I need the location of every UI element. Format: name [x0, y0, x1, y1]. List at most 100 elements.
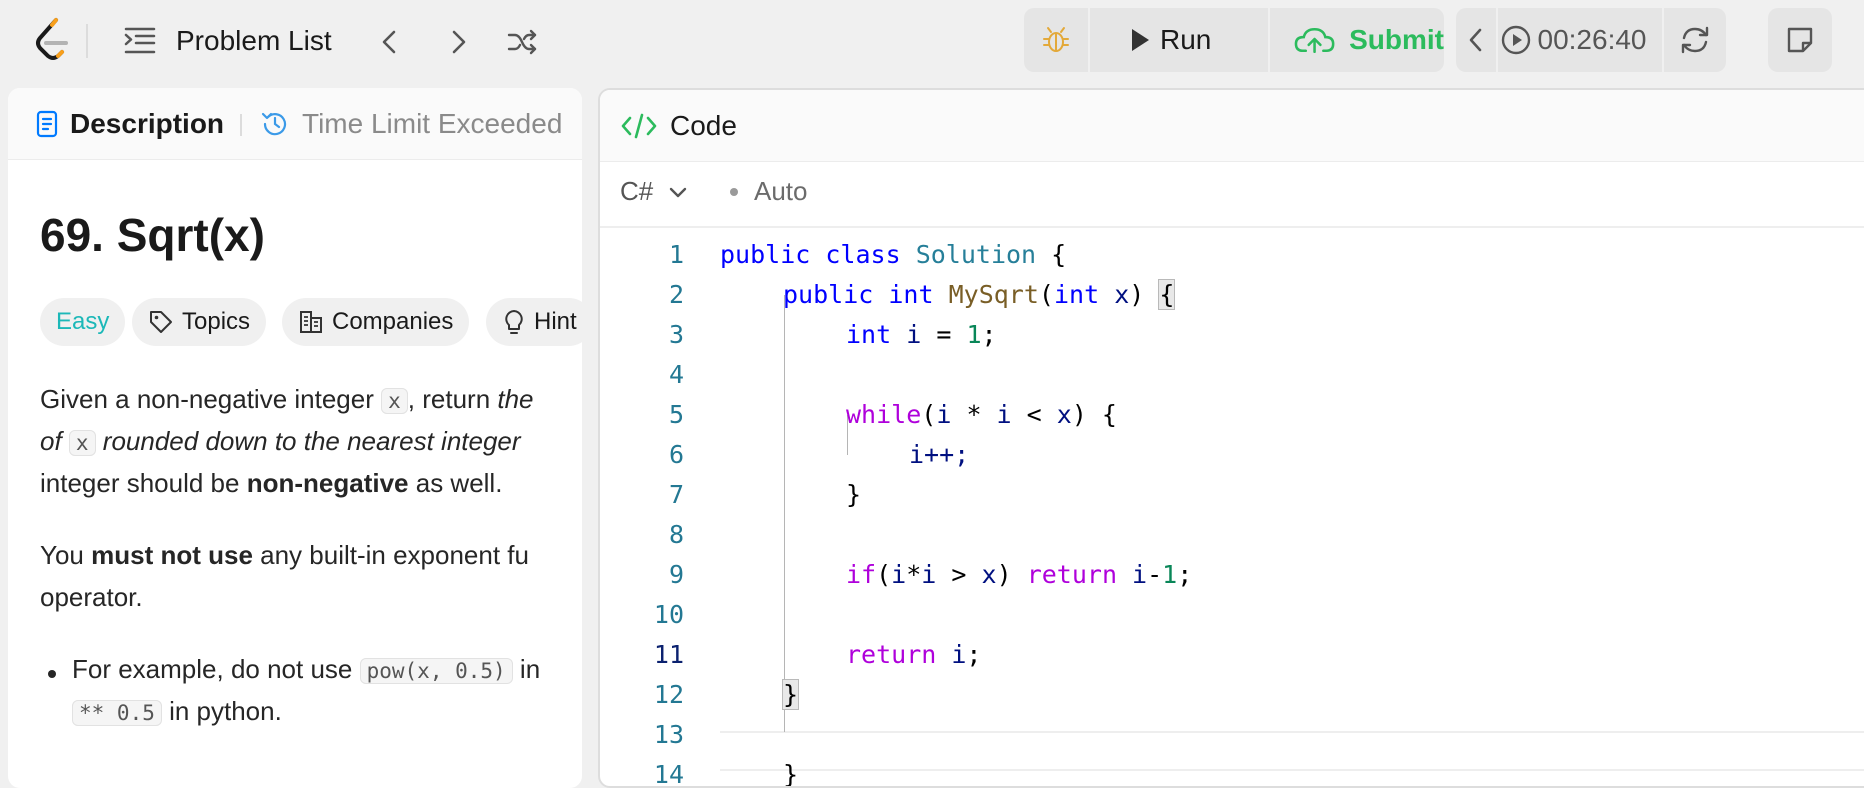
notes-button[interactable] — [1768, 8, 1832, 72]
matched-brace: } — [781, 679, 800, 710]
line-number-active: 11 — [653, 640, 684, 669]
token-variable: i — [906, 320, 922, 349]
problem-title[interactable]: 69. Sqrt(x) — [40, 208, 265, 262]
token-punct: ( — [1038, 280, 1054, 309]
topics-button[interactable]: Topics — [132, 298, 267, 346]
companies-button[interactable]: Companies — [282, 298, 470, 346]
line-number: 5 — [668, 400, 684, 429]
token-punct: ( — [876, 560, 892, 589]
token-variable: i — [921, 560, 937, 589]
companies-label: Companies — [332, 308, 454, 335]
text: integer should be — [40, 468, 247, 498]
run-button[interactable]: Run — [1090, 8, 1268, 72]
code-line-active[interactable]: return i; — [846, 635, 981, 675]
indent-guide — [784, 295, 785, 732]
refresh-icon — [1681, 26, 1709, 54]
building-icon — [300, 311, 322, 333]
code-brackets-icon — [621, 113, 657, 139]
code-panel: Code C# Auto 1 2 3 4 5 6 7 8 9 10 11 12 … — [598, 88, 1864, 788]
description-line: operator. — [40, 582, 143, 612]
status-dot — [730, 187, 738, 196]
timer-value: 00:26:40 — [1537, 24, 1647, 55]
hint-button[interactable]: Hint — [486, 298, 582, 346]
code-line[interactable]: while(i * i < x) { — [846, 395, 1117, 435]
autocomplete-mode[interactable]: Auto — [730, 176, 808, 207]
token-punct: ; — [966, 640, 982, 669]
editor-toolbar: C# Auto — [600, 162, 1864, 228]
code-line[interactable]: i++; — [909, 435, 969, 475]
token-variable: i — [1117, 560, 1148, 589]
debug-button[interactable] — [1024, 8, 1088, 72]
history-icon — [261, 112, 287, 136]
problem-list-label[interactable]: Problem List — [176, 22, 332, 60]
code-line[interactable]: } — [846, 475, 861, 515]
hint-label: Hint — [534, 308, 577, 335]
token-punct: { — [1036, 240, 1067, 269]
run-label: Run — [1160, 24, 1212, 55]
inline-code: x — [381, 388, 408, 414]
description-line: Given a non-negative integer x, return t… — [40, 378, 534, 422]
line-number: 9 — [668, 560, 684, 589]
timer-group: 00:26:40 — [1456, 8, 1726, 72]
timer-display[interactable]: 00:26:40 — [1498, 8, 1648, 72]
divider — [240, 114, 242, 136]
token-keyword: public — [783, 280, 874, 309]
divider — [86, 24, 88, 58]
random-problem-button[interactable] — [502, 22, 542, 62]
token-operator: < — [1011, 400, 1057, 429]
line-number: 7 — [668, 480, 684, 509]
code-line[interactable]: } — [783, 755, 799, 788]
shuffle-icon — [507, 29, 537, 55]
token-variable: i — [891, 560, 907, 589]
text: in — [512, 654, 541, 684]
token-operator: * — [906, 560, 922, 589]
difficulty-label: Easy — [56, 308, 110, 335]
inline-code: x — [68, 430, 96, 456]
code-line[interactable]: int i = 1; — [846, 315, 997, 355]
token-keyword: public — [720, 240, 811, 269]
token-punct: } — [846, 480, 862, 509]
bullet-marker — [48, 670, 56, 678]
token-variable: i — [936, 400, 952, 429]
token-operator: * — [951, 400, 997, 429]
tab-description-label: Description — [70, 108, 225, 139]
line-number: 6 — [668, 440, 684, 469]
tab-description[interactable]: Description — [36, 105, 224, 143]
play-icon — [1132, 29, 1149, 51]
problem-list-icon[interactable] — [122, 24, 158, 58]
prev-problem-button[interactable] — [370, 22, 410, 62]
next-problem-button[interactable] — [438, 22, 478, 62]
chevron-down-icon — [670, 187, 687, 197]
chevron-right-icon — [452, 30, 466, 54]
code-line[interactable]: public class Solution { — [720, 235, 1066, 275]
leetcode-logo-icon[interactable] — [32, 16, 72, 64]
code-tab-bar: Code — [600, 90, 1864, 162]
text: non-negative — [246, 468, 409, 498]
token-control: while — [846, 400, 922, 429]
token-keyword: int — [1053, 280, 1100, 309]
token-number: 1 — [1162, 560, 1178, 589]
text: , return — [407, 384, 498, 414]
language-select[interactable]: C# — [620, 176, 691, 207]
line-number: 8 — [668, 520, 684, 549]
code-line[interactable]: public int MySqrt(int x) { — [783, 275, 1176, 315]
token-operator: - — [1147, 560, 1163, 589]
document-icon — [36, 110, 58, 138]
difficulty-badge: Easy — [40, 298, 126, 346]
chevron-left-icon — [382, 30, 396, 54]
tab-code[interactable]: Code — [620, 107, 737, 145]
token-punct: } — [783, 760, 799, 788]
reset-timer-button[interactable] — [1664, 8, 1726, 72]
line-number: 10 — [653, 600, 684, 629]
token-variable: x — [1056, 400, 1072, 429]
bug-icon — [1043, 27, 1069, 52]
problem-panel: Description Time Limit Exceeded 69. Sqrt… — [8, 88, 582, 788]
collapse-timer-button[interactable] — [1456, 8, 1496, 72]
description-line: of x rounded down to the nearest integer — [40, 420, 521, 464]
submit-button[interactable]: Submit — [1270, 8, 1444, 72]
tab-code-label: Code — [670, 110, 737, 141]
tab-submission-result[interactable]: Time Limit Exceeded — [260, 105, 562, 143]
code-line[interactable]: if(i*i > x) return i-1; — [846, 555, 1192, 595]
code-line[interactable]: } — [781, 675, 800, 715]
line-number: 1 — [668, 240, 684, 269]
